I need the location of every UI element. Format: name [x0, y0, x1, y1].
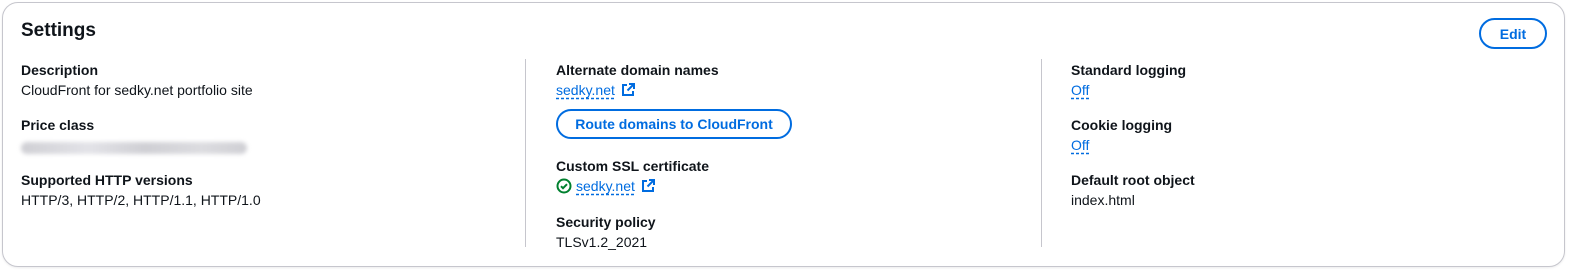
description-value: CloudFront for sedky.net portfolio site	[21, 82, 253, 98]
check-circle-icon	[556, 178, 572, 198]
price-class-label: Price class	[21, 117, 95, 133]
cookie-logging-label: Cookie logging	[1071, 117, 1173, 133]
edit-button[interactable]: Edit	[1479, 18, 1547, 49]
column-divider	[1041, 59, 1042, 247]
http-versions-label: Supported HTTP versions	[21, 172, 193, 188]
http-versions-field: Supported HTTP versions HTTP/3, HTTP/2, …	[21, 171, 261, 209]
standard-logging-link[interactable]: Off	[1071, 82, 1089, 98]
cookie-logging-field: Cookie logging Off	[1071, 116, 1172, 154]
settings-panel: Settings Edit Description CloudFront for…	[2, 2, 1565, 267]
standard-logging-field: Standard logging Off	[1071, 61, 1186, 99]
price-class-field: Price class	[21, 116, 247, 158]
security-policy-field: Security policy TLSv1.2_2021	[556, 213, 656, 251]
column-divider	[525, 59, 526, 247]
cookie-logging-link[interactable]: Off	[1071, 137, 1089, 153]
description-label: Description	[21, 62, 99, 78]
ssl-certificate-label: Custom SSL certificate	[556, 158, 710, 174]
external-link-icon[interactable]	[621, 83, 635, 101]
ssl-certificate-link[interactable]: sedky.net	[576, 178, 635, 194]
description-field: Description CloudFront for sedky.net por…	[21, 61, 253, 99]
standard-logging-label: Standard logging	[1071, 62, 1187, 78]
ssl-certificate-field: Custom SSL certificate sedky.net	[556, 157, 709, 198]
route-domains-button[interactable]: Route domains to CloudFront	[556, 109, 792, 139]
default-root-value: index.html	[1071, 192, 1135, 208]
security-policy-value: TLSv1.2_2021	[556, 234, 648, 250]
alt-domains-field: Alternate domain names sedky.net	[556, 61, 719, 101]
security-policy-label: Security policy	[556, 214, 656, 230]
http-versions-value: HTTP/3, HTTP/2, HTTP/1.1, HTTP/1.0	[21, 192, 261, 208]
panel-title: Settings	[21, 20, 96, 41]
alt-domain-link[interactable]: sedky.net	[556, 82, 615, 98]
default-root-field: Default root object index.html	[1071, 171, 1195, 209]
price-class-value-redacted	[21, 142, 247, 154]
alt-domains-label: Alternate domain names	[556, 62, 719, 78]
external-link-icon[interactable]	[641, 179, 655, 197]
default-root-label: Default root object	[1071, 172, 1195, 188]
